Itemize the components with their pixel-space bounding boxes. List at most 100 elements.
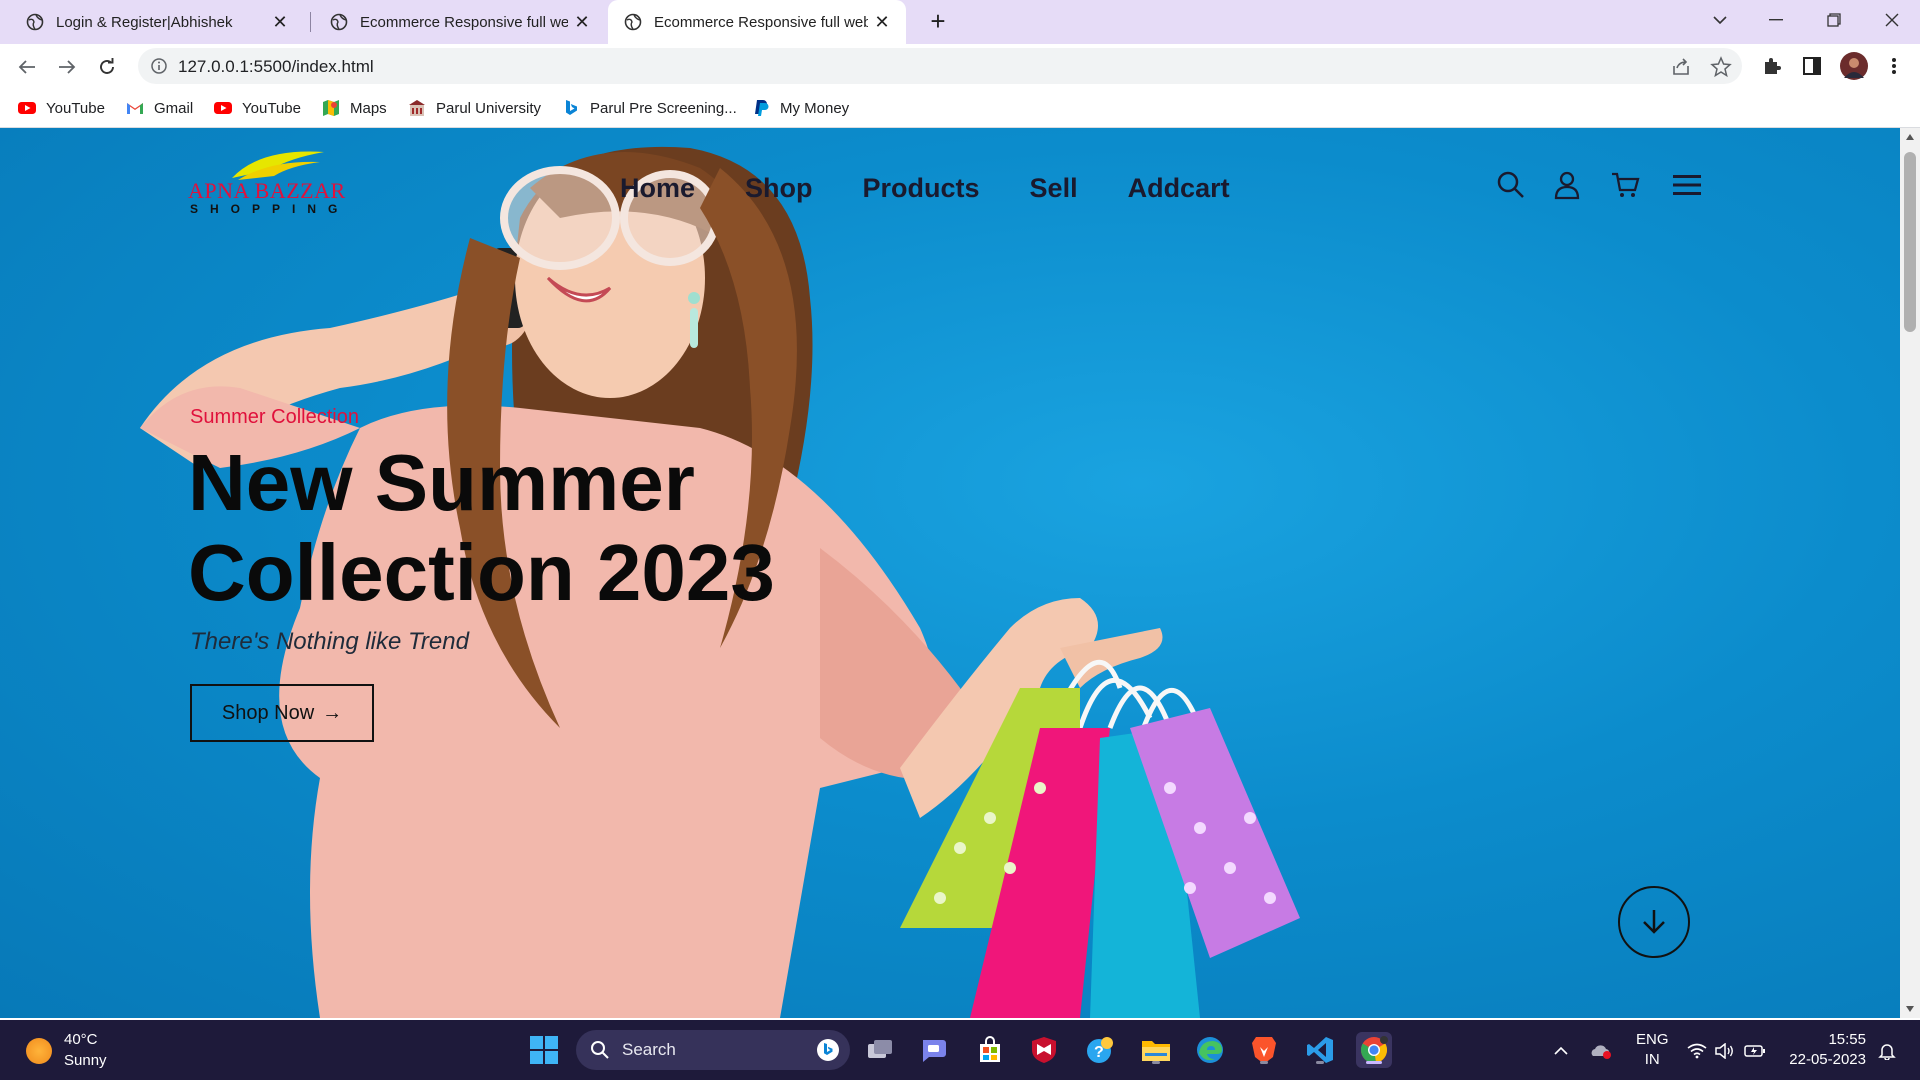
bing-icon [566,100,577,115]
wing-logo-icon [232,151,324,180]
share-icon[interactable] [1670,56,1692,78]
nav-addcart[interactable]: Addcart [1128,173,1230,204]
globe-icon [330,13,348,31]
bookmark-star-icon[interactable] [1710,56,1732,78]
nav-shop[interactable]: Shop [745,173,813,204]
url-text[interactable]: 127.0.0.1:5500/index.html [178,57,374,77]
close-tab-icon[interactable]: ✕ [868,12,896,33]
taskbar-search-label: Search [622,1040,676,1059]
bookmark-parul-university[interactable]: Parul University [408,96,541,120]
running-indicator [1260,1061,1268,1064]
teams-chat-icon[interactable] [916,1032,952,1068]
forward-arrow-icon[interactable] [52,52,82,82]
taskbar-search[interactable]: Search [576,1030,850,1070]
scroll-thumb[interactable] [1904,152,1916,332]
clock-date: 22-05-2023 [1789,1051,1866,1068]
reload-icon[interactable] [92,52,122,82]
tab-title: Ecommerce Responsive full webs [654,13,868,31]
onedrive-error-icon[interactable] [1590,1040,1612,1062]
restore-icon[interactable] [1806,0,1862,40]
close-tab-icon[interactable]: ✕ [266,12,294,33]
bookmark-label: Maps [350,99,387,117]
menu-icon[interactable] [1672,170,1702,200]
tab-search-chevron-icon[interactable] [1692,0,1748,40]
microsoft-store-icon[interactable] [972,1032,1008,1068]
bookmark-label: My Money [780,99,850,117]
brave-browser-icon[interactable] [1246,1032,1282,1068]
minimize-icon[interactable] [1748,0,1804,40]
vscode-icon[interactable] [1302,1032,1338,1068]
arrow-right-icon: → [322,701,343,724]
bookmark-gmail[interactable]: Gmail [126,96,193,120]
tab-ecommerce-1[interactable]: Ecommerce Responsive full webs ✕ [304,0,606,44]
hero-tagline: There's Nothing like Trend [190,628,469,655]
tab-ecommerce-active[interactable]: Ecommerce Responsive full webs ✕ [608,0,906,44]
page-scrollbar[interactable] [1900,128,1920,1018]
main-nav: Home Shop Products Sell Addcart [620,173,1230,204]
site-logo[interactable]: APNA BAZZAR SHOPPING [186,148,346,220]
globe-icon [624,13,642,31]
arrow-down-icon [1643,910,1665,934]
weather-temp[interactable]: 40°C [64,1031,98,1048]
bookmark-maps[interactable]: Maps [322,96,387,120]
nav-home[interactable]: Home [620,173,695,204]
edge-browser-icon[interactable] [1192,1032,1228,1068]
language-indicator[interactable]: ENG IN [1636,1030,1669,1070]
maps-icon [323,100,339,116]
battery-icon[interactable] [1744,1040,1766,1062]
parul-university-icon [409,100,425,116]
bookmark-youtube[interactable]: YouTube [18,96,105,120]
gmail-icon [127,103,143,114]
close-tab-icon[interactable]: ✕ [568,12,596,33]
weather-condition[interactable]: Sunny [64,1052,107,1069]
headline-line-1: New Summer [188,438,695,527]
bookmark-parul-pre-screening[interactable]: Parul Pre Screening... [562,96,737,120]
close-window-icon[interactable] [1864,0,1920,40]
bookmark-my-money[interactable]: My Money [752,96,849,120]
kebab-menu-icon[interactable] [1882,54,1906,78]
scroll-down-button[interactable] [1618,886,1690,958]
windows-start-icon[interactable] [526,1032,562,1068]
bookmark-label: YouTube [242,99,301,117]
page-viewport: APNA BAZZAR SHOPPING Home Shop Products … [0,128,1900,1018]
get-help-icon[interactable]: ? [1082,1032,1118,1068]
side-panel-icon[interactable] [1800,54,1824,78]
back-arrow-icon[interactable] [12,52,42,82]
search-icon[interactable] [1496,170,1526,200]
sun-weather-icon[interactable] [26,1038,52,1064]
mcafee-icon[interactable] [1026,1032,1062,1068]
search-icon [591,1041,609,1059]
bing-icon[interactable] [816,1038,840,1062]
site-info-icon[interactable] [150,57,168,75]
bookmark-youtube-2[interactable]: YouTube [214,96,301,120]
user-icon[interactable] [1552,170,1582,200]
chevron-up-icon[interactable] [1550,1040,1572,1062]
address-bar[interactable]: 127.0.0.1:5500/index.html [138,48,1742,84]
system-clock[interactable]: 15:55 22-05-2023 [1786,1030,1866,1070]
tab-title: Ecommerce Responsive full webs [360,13,568,31]
nav-products[interactable]: Products [863,173,980,204]
extensions-puzzle-icon[interactable] [1760,54,1784,78]
globe-icon [26,13,44,31]
scroll-down-arrow-icon[interactable] [1906,1006,1914,1012]
scroll-up-arrow-icon[interactable] [1906,134,1914,140]
bookmarks-bar: YouTube Gmail YouTube Maps Parul Univers… [0,88,1920,128]
profile-avatar[interactable] [1840,52,1868,80]
volume-icon[interactable] [1714,1040,1736,1062]
windows-taskbar: 40°C Sunny Search ? ENG IN 15:55 22-05-2… [0,1020,1920,1080]
file-explorer-icon[interactable] [1138,1032,1174,1068]
nav-sell[interactable]: Sell [1030,173,1078,204]
headline-line-2: Collection 2023 [188,528,775,617]
notifications-icon[interactable] [1876,1040,1898,1062]
task-view-icon[interactable] [862,1032,898,1068]
chrome-browser-icon[interactable] [1356,1032,1392,1068]
shop-now-button[interactable]: Shop Now → [190,684,374,742]
new-tab-button[interactable]: + [922,6,954,38]
bookmark-label: Gmail [154,99,194,117]
active-indicator [1366,1061,1382,1064]
cart-icon[interactable] [1610,170,1640,200]
svg-text:?: ? [1094,1044,1104,1061]
wifi-icon[interactable] [1686,1040,1708,1062]
bookmark-label: Parul Pre Screening... [590,99,737,117]
tab-login-register[interactable]: Login & Register|Abhishek ✕ [0,0,304,44]
